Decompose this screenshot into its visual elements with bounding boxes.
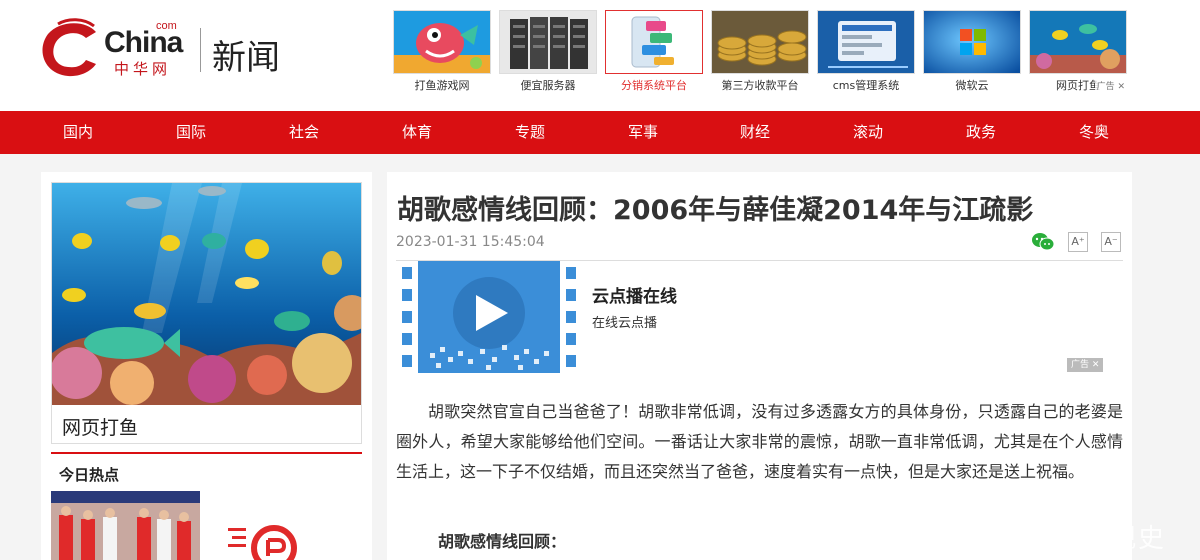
video-ad-close-badge[interactable]: 广告 ✕ [1067, 358, 1104, 372]
hot-news-logo[interactable] [226, 518, 306, 560]
nav-item-special[interactable]: 专题 [515, 111, 545, 154]
nav-item-government[interactable]: 政务 [966, 111, 996, 154]
ad-tile-server[interactable]: 便宜服务器 [499, 10, 597, 92]
windows-logo-icon [923, 10, 1021, 74]
ad-caption: 打鱼游戏网 [414, 79, 470, 92]
logo-chinese-name: 中华网 [114, 60, 172, 78]
nav-item-international[interactable]: 国际 [176, 111, 206, 154]
distribution-platform-icon [605, 10, 703, 74]
c-swirl-logo-icon [42, 18, 96, 77]
site-header: China com 中华网 新闻 打鱼游戏网 便宜服务器 分销系统平台 第三方收… [0, 0, 1200, 111]
article-panel: 胡歌感情线回顾：2006年与薛佳凝2014年与江疏影 2023-01-31 15… [387, 172, 1132, 560]
sidebar-ad-title[interactable]: 网页打鱼 [62, 413, 138, 440]
left-sidebar: 网页打鱼 今日热点 [41, 172, 372, 560]
ad-tile-fish-game[interactable]: 打鱼游戏网 [393, 10, 491, 92]
ad-tile-cms[interactable]: cms管理系统 [817, 10, 915, 92]
nav-item-rolling[interactable]: 滚动 [853, 111, 883, 154]
section-title[interactable]: 新闻 [212, 30, 280, 79]
ad-caption: 第三方收款平台 [721, 79, 799, 92]
sidebar-ad-card[interactable]: 网页打鱼 [51, 182, 362, 444]
font-increase-button[interactable]: A⁺ [1068, 232, 1088, 252]
main-nav: 国内 国际 社会 体育 专题 军事 财经 滚动 政务 冬奥 [0, 111, 1200, 154]
nav-item-domestic[interactable]: 国内 [63, 111, 93, 154]
video-player-thumbnail[interactable] [396, 261, 582, 373]
header-ad-strip: 打鱼游戏网 便宜服务器 分销系统平台 第三方收款平台 cms管理系统 微软云 网… [393, 10, 1133, 92]
nav-item-society[interactable]: 社会 [289, 111, 319, 154]
hot-news-thumbnail[interactable] [51, 491, 200, 560]
cms-screen-icon [817, 10, 915, 74]
ad-tile-web-fishing[interactable]: 网页打鱼 广告 ✕ [1029, 10, 1127, 92]
fish-game-icon [393, 10, 491, 74]
ad-caption: 便宜服务器 [520, 79, 576, 92]
china-com-logo[interactable]: China com 中华网 [38, 18, 198, 80]
ad-tile-payment[interactable]: 第三方收款平台 [711, 10, 809, 92]
server-rack-icon [499, 10, 597, 74]
ad-tile-distribution[interactable]: 分销系统平台 [605, 10, 703, 92]
ad-caption: cms管理系统 [832, 79, 900, 92]
nav-item-military[interactable]: 军事 [628, 111, 658, 154]
ad-caption: 微软云 [955, 79, 989, 92]
nav-item-sports[interactable]: 体育 [402, 111, 432, 154]
video-ad-subtitle: 在线云点播 [592, 316, 658, 331]
ad-caption: 分销系统平台 [621, 79, 687, 92]
font-decrease-button[interactable]: A⁻ [1101, 232, 1121, 252]
wechat-share-icon[interactable] [1031, 232, 1055, 252]
source-watermark: 观史 [1110, 524, 1167, 554]
hot-section-title: 今日热点 [59, 466, 120, 484]
article-subheading: 胡歌感情线回顾： [438, 532, 567, 551]
ad-tile-cloud[interactable]: 微软云 [923, 10, 1021, 92]
video-ad-title[interactable]: 云点播在线 [592, 282, 677, 307]
reef-fish-image [52, 183, 361, 405]
reef-fish-icon [1029, 10, 1127, 74]
article-paragraph: 胡歌突然官宣自己当爸爸了！胡歌非常低调，没有过多透露女方的具体身份，只透露自己的… [396, 402, 1123, 481]
nav-item-finance[interactable]: 财经 [740, 111, 770, 154]
article-title: 胡歌感情线回顾：2006年与薛佳凝2014年与江疏影 [397, 195, 1034, 226]
logo-com: com [156, 20, 177, 32]
logo-divider [200, 28, 201, 72]
ad-label-badge[interactable]: 广告 ✕ [1094, 79, 1127, 92]
nav-item-winter-olympics[interactable]: 冬奥 [1079, 111, 1109, 154]
hot-section-divider [51, 452, 362, 454]
coins-icon [711, 10, 809, 74]
article-date: 2023-01-31 15:45:04 [396, 234, 545, 250]
